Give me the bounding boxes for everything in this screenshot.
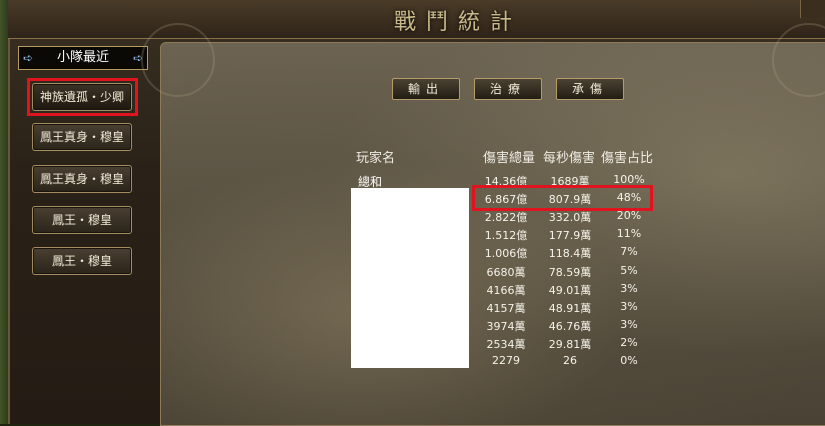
table-cell-dps: 48.91萬 bbox=[548, 301, 592, 315]
table-cell-share: 3% bbox=[620, 299, 638, 313]
ornament bbox=[141, 23, 215, 97]
table-cell-share: 3% bbox=[620, 317, 638, 331]
table-cell-dps: 118.4萬 bbox=[548, 247, 592, 261]
member-button[interactable]: 鳳王真身・穆皇 bbox=[32, 165, 132, 193]
column-header-total: 傷害總量 bbox=[483, 151, 536, 166]
redacted-names bbox=[351, 188, 469, 368]
table-cell-dps: 26 bbox=[563, 354, 577, 367]
table-cell-dps: 29.81萬 bbox=[548, 337, 592, 351]
table-cell-total: 2534萬 bbox=[486, 337, 526, 351]
tab-damage-taken[interactable]: 承傷 bbox=[556, 78, 624, 100]
table-cell-share: 5% bbox=[620, 263, 638, 277]
member-button[interactable]: 鳳王・穆皇 bbox=[32, 206, 132, 234]
table-cell-total: 1.006億 bbox=[484, 247, 528, 261]
table-cell-share: 20% bbox=[616, 209, 642, 223]
title-bar: 戰鬥統計 bbox=[8, 0, 825, 39]
member-button[interactable]: 鳳王・穆皇 bbox=[32, 247, 132, 275]
team-selector-label: 小隊最近 bbox=[56, 50, 109, 65]
table-cell-dps: 46.76萬 bbox=[548, 319, 592, 333]
team-selector[interactable]: ➪ 小隊最近 ➪ bbox=[18, 46, 148, 70]
table-cell-share: 7% bbox=[620, 245, 638, 259]
table-cell-dps: 49.01萬 bbox=[548, 283, 592, 297]
arrow-left-icon[interactable]: ➪ bbox=[23, 47, 33, 69]
table-cell-total: 1.512億 bbox=[484, 229, 528, 243]
table-cell-dps: 78.59萬 bbox=[548, 265, 592, 279]
column-header-share: 傷害占比 bbox=[601, 151, 654, 166]
column-header-dps: 每秒傷害 bbox=[543, 151, 596, 166]
table-cell-total: 4166萬 bbox=[486, 283, 526, 297]
close-icon[interactable] bbox=[800, 0, 825, 18]
table-cell-total: 2279 bbox=[492, 354, 520, 367]
tab-output[interactable]: 輸出 bbox=[392, 78, 460, 100]
highlight-box bbox=[27, 78, 138, 116]
highlight-box bbox=[472, 185, 653, 211]
table-cell-total: 2.822億 bbox=[484, 211, 528, 225]
table-cell-share: 11% bbox=[616, 227, 642, 241]
table-cell-share: 2% bbox=[620, 335, 638, 349]
table-cell-share: 3% bbox=[620, 281, 638, 295]
table-cell-total: 4157萬 bbox=[486, 301, 526, 315]
member-button[interactable]: 鳳王真身・穆皇 bbox=[32, 123, 132, 151]
table-cell-total: 3974萬 bbox=[486, 319, 526, 333]
table-cell-dps: 177.9萬 bbox=[548, 229, 592, 243]
table-cell-total: 6680萬 bbox=[486, 265, 526, 279]
table-cell-share: 0% bbox=[620, 354, 638, 367]
tab-healing[interactable]: 治療 bbox=[474, 78, 542, 100]
table-cell-dps: 332.0萬 bbox=[548, 211, 592, 225]
window-title: 戰鬥統計 bbox=[393, 10, 522, 35]
column-header-player: 玩家名 bbox=[356, 151, 396, 166]
